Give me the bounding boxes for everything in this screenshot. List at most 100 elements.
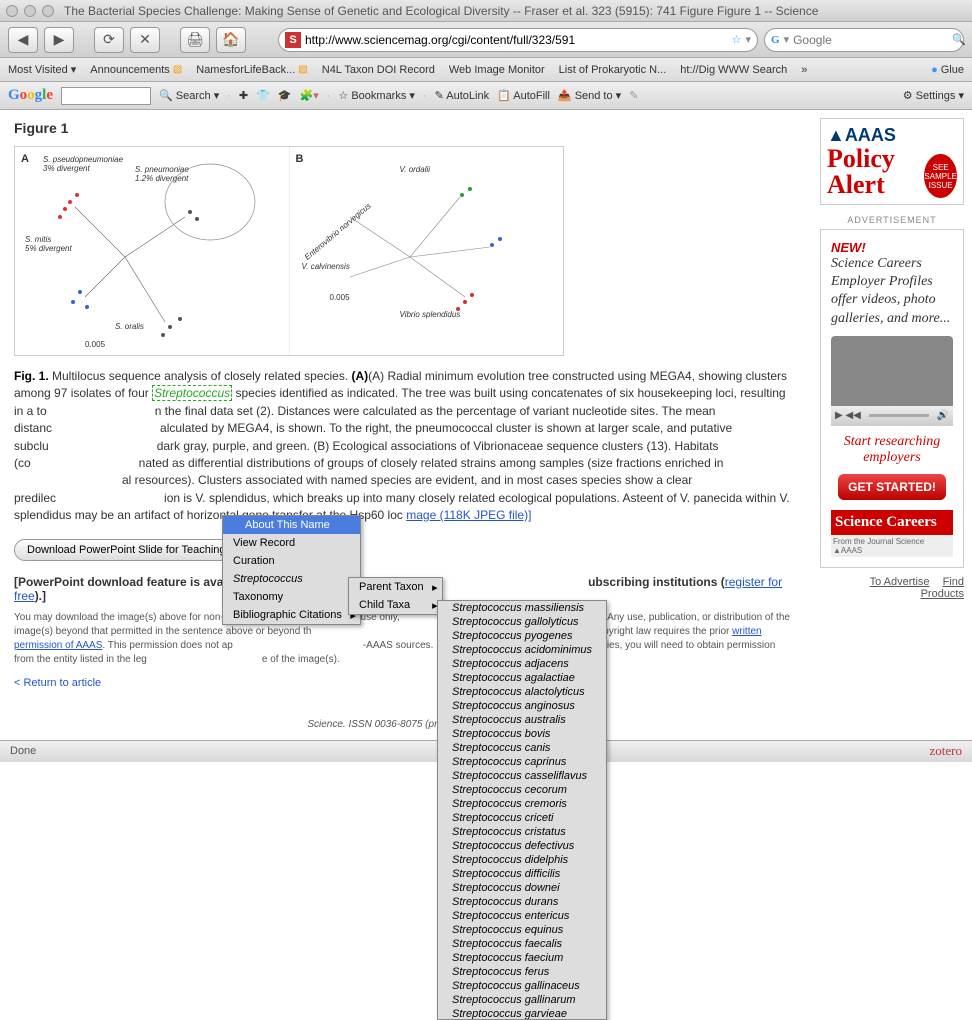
taxon-item[interactable]: Streptococcus anginosus [438, 699, 606, 713]
download-ppt-button[interactable]: Download PowerPoint Slide for Teaching [14, 539, 239, 561]
bookmark-item[interactable]: NamesforLifeBack... ▧ [196, 64, 308, 76]
sample-issue-icon[interactable]: SEE SAMPLE ISSUE [924, 154, 957, 198]
back-button[interactable]: ◀ [8, 27, 38, 53]
toolbar-icon[interactable]: ✚ [239, 89, 248, 102]
taxon-item[interactable]: Streptococcus australis [438, 713, 606, 727]
status-text: Done [10, 745, 36, 757]
menu-item-biblio[interactable]: Bibliographic Citations [223, 606, 360, 624]
minimize-window-icon[interactable] [24, 5, 36, 17]
taxon-item[interactable]: Streptococcus faecalis [438, 937, 606, 951]
sendto-button[interactable]: 📤 Send to ▾ [558, 89, 621, 102]
taxon-item[interactable]: Streptococcus agalactiae [438, 671, 606, 685]
print-button[interactable]: 🖨 [180, 27, 210, 53]
taxon-item[interactable]: Streptococcus alactolyticus [438, 685, 606, 699]
taxon-item[interactable]: Streptococcus gallolyticus [438, 615, 606, 629]
get-started-button[interactable]: GET STARTED! [838, 474, 946, 500]
taxon-item[interactable]: Streptococcus pyogenes [438, 629, 606, 643]
menu-item-child-taxa[interactable]: Child Taxa [349, 596, 442, 614]
ad-footer: From the Journal Science ▲AAAS [831, 535, 953, 557]
google-search-button[interactable]: 🔍 Search ▾ [159, 89, 219, 102]
forward-button[interactable]: ▶ [44, 27, 74, 53]
taxon-item[interactable]: Streptococcus cecorum [438, 783, 606, 797]
taxon-item[interactable]: Streptococcus downei [438, 881, 606, 895]
taxon-item[interactable]: Streptococcus garvieae [438, 1007, 606, 1020]
taxon-item[interactable]: Streptococcus casseliflavus [438, 769, 606, 783]
search-icon[interactable]: 🔍 [952, 33, 966, 46]
feed-icon[interactable]: ☆ [732, 33, 742, 46]
rss-icon: ▧ [298, 64, 307, 75]
url-bar[interactable]: S ☆ ▾ [278, 28, 758, 52]
toolbar-icon[interactable]: 👕 [256, 89, 270, 102]
close-window-icon[interactable] [6, 5, 18, 17]
bookmark-item[interactable]: List of Prokaryotic N... [559, 64, 667, 76]
taxon-item[interactable]: Streptococcus bovis [438, 727, 606, 741]
taxon-item[interactable]: Streptococcus gallinaceus [438, 979, 606, 993]
autolink-button[interactable]: ✎ AutoLink [435, 89, 489, 102]
taxon-item[interactable]: Streptococcus difficilis [438, 867, 606, 881]
bookmark-item[interactable]: Web Image Monitor [449, 64, 545, 76]
taxon-item[interactable]: Streptococcus acidominimus [438, 643, 606, 657]
taxon-item[interactable]: Streptococcus defectivus [438, 839, 606, 853]
figure-panel-a: A S. pseudopneumoniae3% divergent S. pne… [15, 147, 290, 355]
stop-button[interactable]: ✕ [130, 27, 160, 53]
taxon-item[interactable]: Streptococcus faecium [438, 951, 606, 965]
video-controls[interactable]: ▶ ◀◀ 🔊 [831, 406, 953, 426]
taxon-item[interactable]: Streptococcus caprinus [438, 755, 606, 769]
autofill-button[interactable]: 📋 AutoFill [497, 89, 550, 102]
settings-button[interactable]: ⚙ Settings ▾ [903, 89, 964, 102]
home-button[interactable]: 🏠 [216, 27, 246, 53]
url-input[interactable] [305, 33, 728, 47]
taxon-item[interactable]: Streptococcus adjacens [438, 657, 606, 671]
taxon-item[interactable]: Streptococcus gallinarum [438, 993, 606, 1007]
search-input[interactable] [793, 33, 948, 47]
figure-label: Figure 1 [14, 120, 798, 136]
streptococcus-link[interactable]: Streptococcus [152, 385, 232, 401]
ad-video[interactable]: ▶ ◀◀ 🔊 [831, 336, 953, 426]
tree-svg [15, 147, 289, 355]
menu-item-parent-taxon[interactable]: Parent Taxon [349, 578, 442, 596]
toolbar-icon[interactable]: 🧩▾ [300, 89, 319, 102]
zoom-window-icon[interactable] [42, 5, 54, 17]
toolbar-icon[interactable]: 🎓 [278, 89, 292, 102]
bookmark-overflow[interactable]: » [801, 64, 807, 76]
science-careers-ad[interactable]: NEW! Science Careers Employer Profiles o… [820, 229, 964, 568]
reload-button[interactable]: ⟳ [94, 27, 124, 53]
toolbar-icon[interactable]: ✎ [629, 89, 638, 102]
taxon-item[interactable]: Streptococcus durans [438, 895, 606, 909]
taxon-item[interactable]: Streptococcus cremoris [438, 797, 606, 811]
google-toolbar-search[interactable] [61, 87, 151, 105]
bookmark-item[interactable]: ht://Dig WWW Search [680, 64, 787, 76]
browser-search[interactable]: G ▾ 🔍 [764, 28, 964, 52]
taxon-item[interactable]: Streptococcus ferus [438, 965, 606, 979]
bookmarks-button[interactable]: ☆ Bookmarks ▾ [338, 89, 415, 102]
taxon-item[interactable]: Streptococcus cristatus [438, 825, 606, 839]
tree-svg [290, 147, 564, 355]
glue-button[interactable]: ● Glue [931, 64, 964, 76]
google-logo[interactable]: Google [8, 87, 53, 104]
image-link[interactable]: mage (118K JPEG file)] [406, 508, 531, 522]
zotero-button[interactable]: zotero [930, 743, 962, 759]
menu-item-streptococcus[interactable]: Streptococcus [223, 570, 360, 588]
context-menu-child-taxa: Streptococcus massiliensisStreptococcus … [437, 600, 607, 1020]
bookmark-item[interactable]: Announcements ▧ [90, 64, 182, 76]
to-advertise-link[interactable]: To Advertise [870, 576, 930, 588]
taxon-item[interactable]: Streptococcus massiliensis [438, 601, 606, 615]
sidebar-links: To Advertise Find Products [820, 576, 964, 600]
taxon-item[interactable]: Streptococcus didelphis [438, 853, 606, 867]
aaas-policy-alert-ad[interactable]: ▲AAAS Policy Alert SEE SAMPLE ISSUE [820, 118, 964, 205]
browser-toolbar: ◀ ▶ ⟳ ✕ 🖨 🏠 S ☆ ▾ G ▾ 🔍 [0, 22, 972, 58]
menu-item-view-record[interactable]: View Record [223, 534, 360, 552]
return-link[interactable]: < Return to article [14, 677, 101, 689]
dropdown-icon[interactable]: ▾ [745, 33, 751, 46]
taxon-item[interactable]: Streptococcus canis [438, 741, 606, 755]
bookmarks-bar: Most Visited ▾ Announcements ▧ NamesforL… [0, 58, 972, 82]
bookmark-item[interactable]: N4L Taxon DOI Record [322, 64, 435, 76]
toolbar-sep: · [227, 90, 231, 102]
menu-item-curation[interactable]: Curation [223, 552, 360, 570]
menu-item-taxonomy[interactable]: Taxonomy [223, 588, 360, 606]
bookmark-item[interactable]: Most Visited ▾ [8, 63, 76, 76]
window-titlebar: The Bacterial Species Challenge: Making … [0, 0, 972, 22]
figure-image: A S. pseudopneumoniae3% divergent S. pne… [14, 146, 564, 356]
taxon-item[interactable]: Streptococcus criceti [438, 811, 606, 825]
taxon-item[interactable]: Streptococcus equinus [438, 923, 606, 937]
